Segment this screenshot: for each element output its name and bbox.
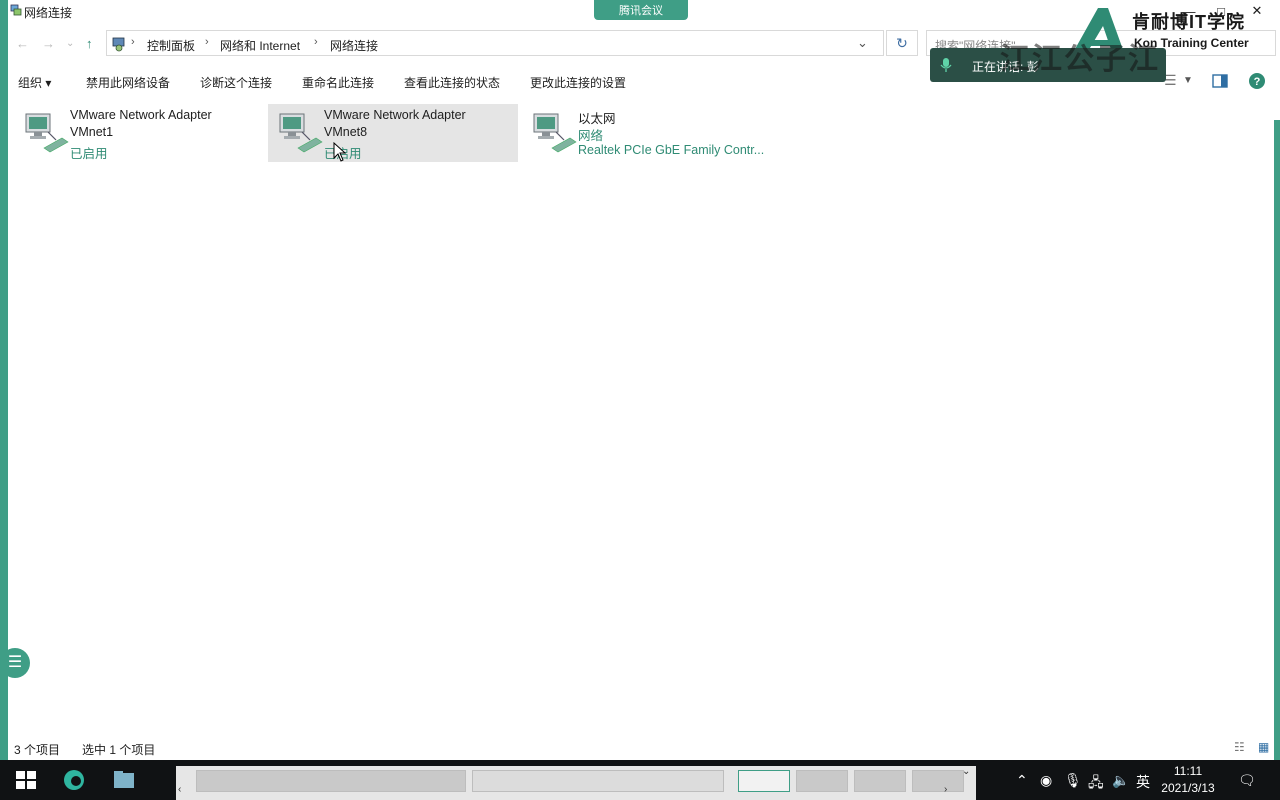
connection-status: 已启用 [70, 147, 108, 161]
recent-locations-icon[interactable]: ⌄ [66, 38, 74, 49]
thumbnail-window[interactable] [796, 770, 848, 792]
help-icon[interactable]: ? [1248, 72, 1266, 90]
selection-count: 选中 1 个项目 [82, 743, 156, 757]
file-explorer-icon[interactable] [112, 768, 136, 792]
breadcrumb-control-panel[interactable]: 控制面板 [147, 37, 195, 54]
clock[interactable]: 11:11 2021/3/13 [1156, 763, 1220, 797]
show-hidden-icons-icon[interactable]: ⌃ [1016, 772, 1028, 789]
collapse-strip-icon[interactable]: ⌄ [962, 766, 970, 777]
start-menu-icon[interactable] [14, 768, 38, 792]
network-adapter-icon [279, 113, 323, 153]
thumbnail-window[interactable] [738, 770, 790, 792]
thumbnail-window[interactable] [912, 770, 964, 792]
address-dropdown-icon[interactable]: ⌄ [857, 35, 868, 51]
breadcrumb-network-internet[interactable]: 网络和 Internet [220, 37, 300, 54]
clock-date: 2021/3/13 [1161, 781, 1215, 795]
connection-name: VMware Network Adapter [70, 108, 212, 122]
network-adapter-icon [533, 113, 577, 153]
connection-name: VMware Network Adapter [324, 108, 466, 122]
watermark: 江江公子江 [1000, 43, 1160, 76]
window-title: 网络连接 [24, 6, 73, 20]
window-frame-left [0, 0, 8, 760]
meeting-tab[interactable]: 腾讯会议 [594, 0, 688, 20]
connection-item-vmnet8[interactable]: VMware Network Adapter VMnet8 已启用 [268, 104, 518, 162]
address-bar[interactable]: › 控制面板 › 网络和 Internet › 网络连接 ⌄ [106, 30, 884, 56]
connection-name-line2: VMnet8 [324, 125, 368, 139]
connection-name-line2: VMnet1 [70, 125, 114, 139]
breadcrumb-separator[interactable]: › [314, 36, 318, 48]
volume-icon[interactable]: 🔈 [1112, 772, 1129, 789]
thumbnail-window[interactable] [472, 770, 724, 792]
svg-text:?: ? [1254, 76, 1261, 88]
refresh-button[interactable]: ↻ [886, 30, 918, 56]
action-center-icon[interactable]: 🗨 [1238, 772, 1256, 789]
network-adapter-icon [25, 113, 69, 153]
scroll-left-icon[interactable]: ‹ [178, 784, 181, 795]
microphone-icon [940, 58, 952, 72]
disable-device-button[interactable]: 禁用此网络设备 [86, 74, 170, 91]
tray-app-icon[interactable]: ◉ [1040, 772, 1052, 789]
side-panel-toggle-icon[interactable]: ☰ [0, 648, 30, 678]
connection-item-ethernet[interactable]: 以太网 网络 Realtek PCIe GbE Family Contr... [522, 104, 772, 162]
mouse-cursor-icon [333, 142, 347, 162]
microphone-tray-icon[interactable]: 🎙 [1064, 772, 1082, 789]
diagnose-button[interactable]: 诊断这个连接 [200, 74, 272, 91]
connection-item-vmnet1[interactable]: VMware Network Adapter VMnet1 已启用 [14, 104, 264, 162]
preview-pane-icon[interactable] [1212, 74, 1228, 88]
network-tray-icon[interactable]: 🖧 [1088, 772, 1104, 796]
network-connections-icon [10, 4, 22, 16]
breadcrumb-network-connections[interactable]: 网络连接 [330, 37, 378, 54]
edge-browser-icon[interactable] [62, 768, 86, 792]
input-language-indicator[interactable]: 英 [1136, 772, 1150, 792]
clock-time: 11:11 [1173, 764, 1203, 778]
item-count: 3 个项目 [14, 743, 61, 757]
thumbnail-window[interactable] [196, 770, 466, 792]
connection-status: Realtek PCIe GbE Family Contr... [578, 143, 765, 157]
view-status-button[interactable]: 查看此连接的状态 [404, 74, 500, 91]
change-settings-button[interactable]: 更改此连接的设置 [530, 74, 626, 91]
details-view-icon[interactable]: ☷ [1234, 740, 1245, 754]
view-dropdown-icon[interactable]: ▼ [1183, 75, 1193, 86]
back-icon[interactable]: ← [16, 36, 29, 51]
screen-share-thumbnail-strip[interactable]: ‹ › ⌄ [176, 766, 976, 800]
breadcrumb-separator[interactable]: › [131, 36, 135, 48]
connection-name-line2: 网络 [578, 129, 604, 143]
scroll-right-icon[interactable]: › [944, 784, 947, 795]
control-panel-icon [112, 37, 125, 52]
breadcrumb-separator[interactable]: › [205, 36, 209, 48]
up-icon[interactable]: ↑ [86, 36, 93, 51]
thumbnail-window[interactable] [854, 770, 906, 792]
organize-menu[interactable]: 组织 ▾ [18, 74, 51, 91]
brand-name-cn: 肯耐博IT学院 [1132, 12, 1245, 32]
forward-icon[interactable]: → [42, 36, 55, 51]
window-frame-right [1274, 120, 1280, 760]
rename-button[interactable]: 重命名此连接 [302, 74, 374, 91]
status-bar: 3 个项目 选中 1 个项目 ☷ ▦ [8, 740, 1280, 758]
large-icons-view-icon[interactable]: ▦ [1258, 740, 1269, 754]
